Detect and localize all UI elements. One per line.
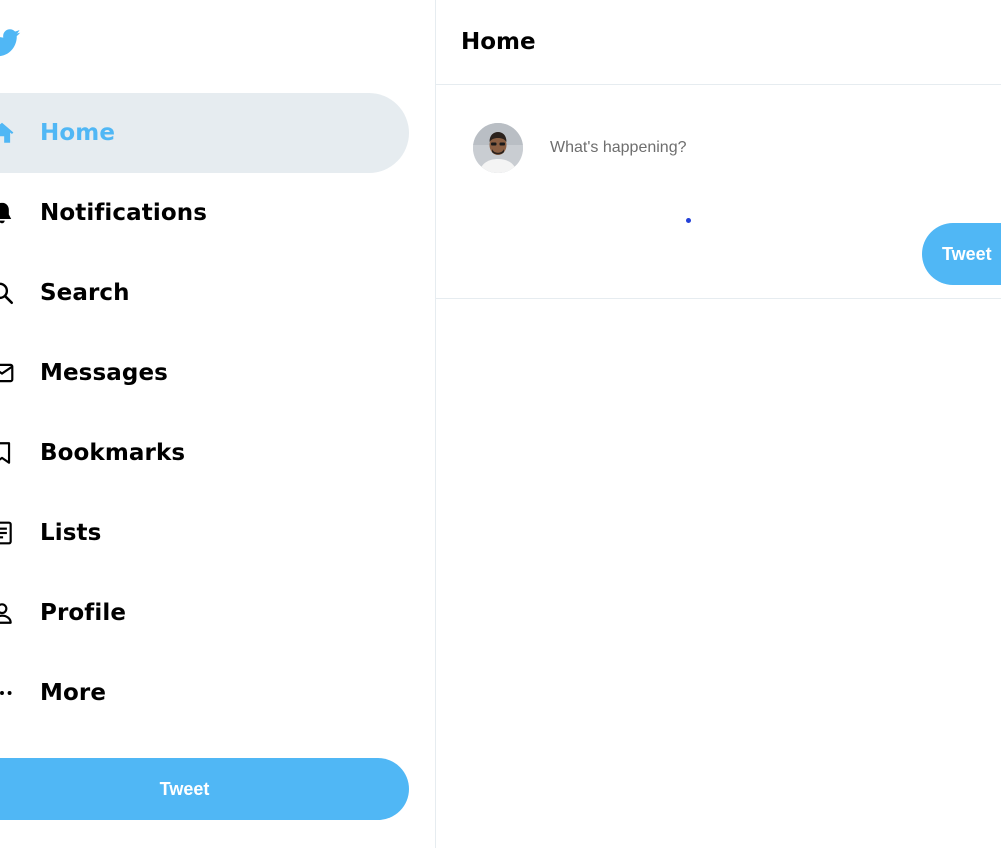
- sidebar-item-label: Lists: [40, 520, 102, 546]
- sidebar-item-label: Profile: [40, 600, 127, 626]
- sidebar-item-label: Search: [40, 280, 130, 306]
- sidebar-item-notifications[interactable]: Notifications: [0, 173, 409, 253]
- sidebar-item-home[interactable]: Home: [0, 93, 409, 173]
- sidebar-item-label: Home: [40, 120, 116, 146]
- avatar[interactable]: [473, 123, 523, 173]
- bell-icon: [0, 199, 16, 227]
- composer-tweet-button[interactable]: Tweet: [922, 223, 1001, 285]
- home-icon: [0, 119, 16, 147]
- page-title: Home: [461, 29, 536, 55]
- sidebar-item-label: Bookmarks: [40, 440, 186, 466]
- sidebar-item-lists[interactable]: Lists: [0, 493, 409, 573]
- twitter-bird-icon[interactable]: [0, 26, 22, 60]
- loading-dot: [686, 218, 691, 223]
- sidebar-item-profile[interactable]: Profile: [0, 573, 409, 653]
- bookmark-icon: [0, 439, 16, 467]
- tweet-composer: Tweet: [436, 85, 1001, 299]
- sidebar-item-messages[interactable]: Messages: [0, 333, 409, 413]
- sidebar-item-bookmarks[interactable]: Bookmarks: [0, 413, 409, 493]
- tweet-input[interactable]: [550, 133, 950, 163]
- profile-icon: [0, 599, 16, 627]
- search-icon: [0, 279, 16, 307]
- sidebar-item-label: Messages: [40, 360, 168, 386]
- mail-icon: [0, 359, 16, 387]
- feed-header: Home: [436, 0, 1001, 85]
- list-icon: [0, 519, 16, 547]
- sidebar-item-label: Notifications: [40, 200, 208, 226]
- sidebar-item-more[interactable]: More: [0, 653, 409, 733]
- sidebar: Home Notifications Search Messages Bookm…: [0, 0, 436, 848]
- main-feed: Home Tweet: [436, 0, 1001, 848]
- sidebar-tweet-button[interactable]: Tweet: [0, 758, 409, 820]
- sidebar-tweet-label: Tweet: [159, 778, 210, 799]
- sidebar-item-label: More: [40, 680, 107, 706]
- sidebar-item-search[interactable]: Search: [0, 253, 409, 333]
- more-icon: [0, 679, 16, 707]
